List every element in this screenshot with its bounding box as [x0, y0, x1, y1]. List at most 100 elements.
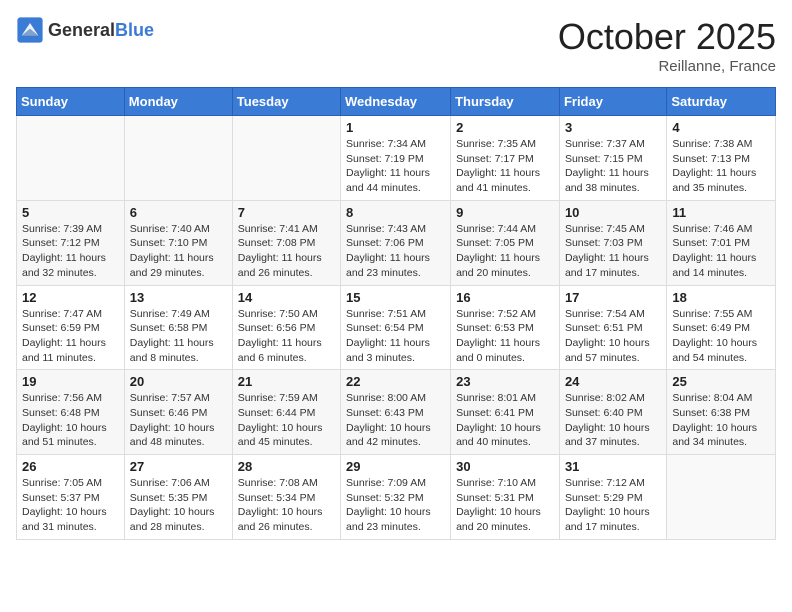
- day-number: 5: [22, 205, 119, 220]
- table-row: 7 Sunrise: 7:41 AMSunset: 7:08 PMDaylight…: [232, 200, 340, 285]
- day-number: 8: [346, 205, 445, 220]
- day-number: 1: [346, 120, 445, 135]
- day-number: 17: [565, 290, 661, 305]
- day-info: Sunrise: 7:05 AMSunset: 5:37 PMDaylight:…: [22, 476, 119, 535]
- day-number: 13: [130, 290, 227, 305]
- day-number: 29: [346, 459, 445, 474]
- day-info: Sunrise: 7:06 AMSunset: 5:35 PMDaylight:…: [130, 476, 227, 535]
- day-number: 12: [22, 290, 119, 305]
- day-number: 24: [565, 374, 661, 389]
- logo-text: GeneralBlue: [48, 20, 154, 41]
- logo-icon: [16, 16, 44, 44]
- day-info: Sunrise: 7:52 AMSunset: 6:53 PMDaylight:…: [456, 307, 554, 366]
- day-info: Sunrise: 7:41 AMSunset: 7:08 PMDaylight:…: [238, 222, 335, 281]
- table-row: 8 Sunrise: 7:43 AMSunset: 7:06 PMDaylight…: [341, 200, 451, 285]
- calendar-header-row: Sunday Monday Tuesday Wednesday Thursday…: [17, 88, 776, 116]
- table-row: 30 Sunrise: 7:10 AMSunset: 5:31 PMDayligh…: [451, 455, 560, 540]
- table-row: 23Sunrise: 8:01 AMSunset: 6:41 PMDayligh…: [451, 370, 560, 455]
- day-number: 30: [456, 459, 554, 474]
- day-number: 7: [238, 205, 335, 220]
- day-number: 11: [672, 205, 770, 220]
- day-info: Sunrise: 7:47 AMSunset: 6:59 PMDaylight:…: [22, 307, 119, 366]
- table-row: [17, 116, 125, 201]
- table-row: 6 Sunrise: 7:40 AMSunset: 7:10 PMDaylight…: [124, 200, 232, 285]
- table-row: 17 Sunrise: 7:54 AMSunset: 6:51 PMDayligh…: [559, 285, 666, 370]
- day-info: Sunrise: 7:54 AMSunset: 6:51 PMDaylight:…: [565, 307, 661, 366]
- day-info: Sunrise: 7:45 AMSunset: 7:03 PMDaylight:…: [565, 222, 661, 281]
- day-info: Sunrise: 7:38 AMSunset: 7:13 PMDaylight:…: [672, 137, 770, 196]
- day-info: Sunrise: 7:40 AMSunset: 7:10 PMDaylight:…: [130, 222, 227, 281]
- day-number: 3: [565, 120, 661, 135]
- day-info: Sunrise: 7:39 AMSunset: 7:12 PMDaylight:…: [22, 222, 119, 281]
- table-row: [667, 455, 776, 540]
- day-info: Sunrise: 7:43 AMSunset: 7:06 PMDaylight:…: [346, 222, 445, 281]
- table-row: 20 Sunrise: 7:57 AMSunset: 6:46 PMDayligh…: [124, 370, 232, 455]
- day-number: 18: [672, 290, 770, 305]
- table-row: 28Sunrise: 7:08 AMSunset: 5:34 PMDayligh…: [232, 455, 340, 540]
- day-number: 27: [130, 459, 227, 474]
- day-number: 10: [565, 205, 661, 220]
- table-row: 2Sunrise: 7:35 AMSunset: 7:17 PMDaylight…: [451, 116, 560, 201]
- table-row: 4Sunrise: 7:38 AMSunset: 7:13 PMDaylight…: [667, 116, 776, 201]
- location: Reillanne, France: [558, 58, 776, 75]
- day-info: Sunrise: 7:56 AMSunset: 6:48 PMDaylight:…: [22, 391, 119, 450]
- day-number: 9: [456, 205, 554, 220]
- day-info: Sunrise: 7:37 AMSunset: 7:15 PMDaylight:…: [565, 137, 661, 196]
- day-number: 21: [238, 374, 335, 389]
- table-row: 21 Sunrise: 7:59 AMSunset: 6:44 PMDayligh…: [232, 370, 340, 455]
- col-sunday: Sunday: [17, 88, 125, 116]
- day-info: Sunrise: 7:46 AMSunset: 7:01 PMDaylight:…: [672, 222, 770, 281]
- table-row: 18 Sunrise: 7:55 AMSunset: 6:49 PMDayligh…: [667, 285, 776, 370]
- table-row: 11 Sunrise: 7:46 AMSunset: 7:01 PMDayligh…: [667, 200, 776, 285]
- calendar-week-row: 19 Sunrise: 7:56 AMSunset: 6:48 PMDayligh…: [17, 370, 776, 455]
- day-info: Sunrise: 7:59 AMSunset: 6:44 PMDaylight:…: [238, 391, 335, 450]
- table-row: 19 Sunrise: 7:56 AMSunset: 6:48 PMDayligh…: [17, 370, 125, 455]
- day-number: 19: [22, 374, 119, 389]
- day-info: Sunrise: 7:44 AMSunset: 7:05 PMDaylight:…: [456, 222, 554, 281]
- col-friday: Friday: [559, 88, 666, 116]
- day-info: Sunrise: 7:10 AMSunset: 5:31 PMDaylight:…: [456, 476, 554, 535]
- month-title: October 2025: [558, 16, 776, 58]
- day-info: Sunrise: 7:50 AMSunset: 6:56 PMDaylight:…: [238, 307, 335, 366]
- day-number: 6: [130, 205, 227, 220]
- logo: GeneralBlue: [16, 16, 154, 44]
- table-row: 27 Sunrise: 7:06 AMSunset: 5:35 PMDayligh…: [124, 455, 232, 540]
- page-header: GeneralBlue October 2025 Reillanne, Fran…: [16, 16, 776, 75]
- calendar-week-row: 1 Sunrise: 7:34 AMSunset: 7:19 PMDaylight…: [17, 116, 776, 201]
- day-number: 14: [238, 290, 335, 305]
- day-info: Sunrise: 7:34 AMSunset: 7:19 PMDaylight:…: [346, 137, 445, 196]
- col-wednesday: Wednesday: [341, 88, 451, 116]
- table-row: 31 Sunrise: 7:12 AMSunset: 5:29 PMDayligh…: [559, 455, 666, 540]
- table-row: [232, 116, 340, 201]
- table-row: [124, 116, 232, 201]
- table-row: 16Sunrise: 7:52 AMSunset: 6:53 PMDayligh…: [451, 285, 560, 370]
- day-info: Sunrise: 7:51 AMSunset: 6:54 PMDaylight:…: [346, 307, 445, 366]
- col-monday: Monday: [124, 88, 232, 116]
- table-row: 3 Sunrise: 7:37 AMSunset: 7:15 PMDaylight…: [559, 116, 666, 201]
- day-info: Sunrise: 7:09 AMSunset: 5:32 PMDaylight:…: [346, 476, 445, 535]
- calendar-week-row: 12 Sunrise: 7:47 AMSunset: 6:59 PMDayligh…: [17, 285, 776, 370]
- table-row: 25 Sunrise: 8:04 AMSunset: 6:38 PMDayligh…: [667, 370, 776, 455]
- table-row: 1 Sunrise: 7:34 AMSunset: 7:19 PMDaylight…: [341, 116, 451, 201]
- day-info: Sunrise: 7:08 AMSunset: 5:34 PMDaylight:…: [238, 476, 335, 535]
- day-info: Sunrise: 8:04 AMSunset: 6:38 PMDaylight:…: [672, 391, 770, 450]
- day-number: 15: [346, 290, 445, 305]
- day-number: 20: [130, 374, 227, 389]
- day-number: 23: [456, 374, 554, 389]
- table-row: 29 Sunrise: 7:09 AMSunset: 5:32 PMDayligh…: [341, 455, 451, 540]
- day-info: Sunrise: 8:00 AMSunset: 6:43 PMDaylight:…: [346, 391, 445, 450]
- day-info: Sunrise: 7:49 AMSunset: 6:58 PMDaylight:…: [130, 307, 227, 366]
- table-row: 10 Sunrise: 7:45 AMSunset: 7:03 PMDayligh…: [559, 200, 666, 285]
- day-info: Sunrise: 7:57 AMSunset: 6:46 PMDaylight:…: [130, 391, 227, 450]
- day-info: Sunrise: 7:55 AMSunset: 6:49 PMDaylight:…: [672, 307, 770, 366]
- day-number: 25: [672, 374, 770, 389]
- table-row: 22Sunrise: 8:00 AMSunset: 6:43 PMDayligh…: [341, 370, 451, 455]
- table-row: 13 Sunrise: 7:49 AMSunset: 6:58 PMDayligh…: [124, 285, 232, 370]
- calendar-week-row: 26 Sunrise: 7:05 AMSunset: 5:37 PMDayligh…: [17, 455, 776, 540]
- table-row: 12 Sunrise: 7:47 AMSunset: 6:59 PMDayligh…: [17, 285, 125, 370]
- day-info: Sunrise: 7:12 AMSunset: 5:29 PMDaylight:…: [565, 476, 661, 535]
- table-row: 15 Sunrise: 7:51 AMSunset: 6:54 PMDayligh…: [341, 285, 451, 370]
- day-number: 26: [22, 459, 119, 474]
- day-number: 31: [565, 459, 661, 474]
- col-thursday: Thursday: [451, 88, 560, 116]
